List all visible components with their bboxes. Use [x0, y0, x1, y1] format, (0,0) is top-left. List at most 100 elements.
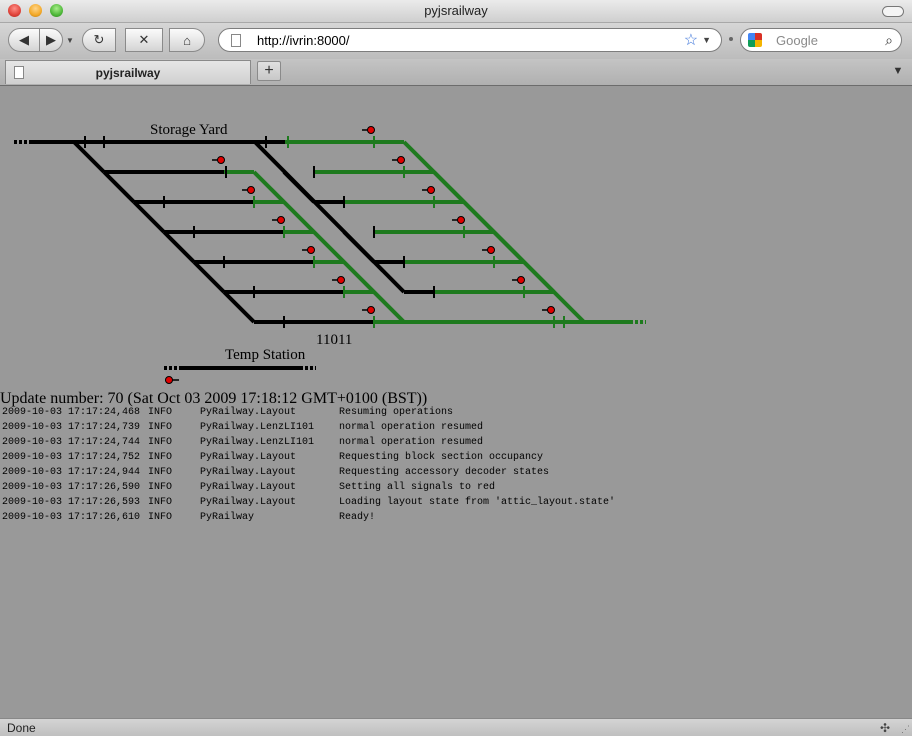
log-source: PyRailway.LenzLI101	[200, 437, 315, 448]
signal-icon[interactable]	[332, 276, 345, 284]
log-table: 2009-10-03 17:17:24,468 INFO PyRailway.Lay…	[2, 405, 615, 525]
log-row: 2009-10-03 17:17:24,944 INFO PyRailway.Lay…	[2, 465, 615, 480]
signal-icon[interactable]	[422, 186, 435, 194]
stop-icon: ✕	[138, 32, 150, 47]
tab-list-icon[interactable]: ▼	[888, 62, 908, 80]
tab-pyjsrailway[interactable]: pyjsrailway	[5, 60, 251, 84]
search-input[interactable]: Google	[776, 33, 885, 48]
stop-button[interactable]: ✕	[125, 28, 163, 52]
reload-button[interactable]: ↻	[82, 28, 116, 52]
home-icon: ⌂	[183, 32, 191, 48]
home-button[interactable]: ⌂	[169, 28, 205, 52]
log-row: 2009-10-03 17:17:24,468 INFO PyRailway.Lay…	[2, 405, 615, 420]
signal-icon[interactable]	[212, 156, 225, 164]
log-message: Ready!	[339, 512, 376, 523]
back-arrow-icon: ◀	[19, 32, 29, 47]
log-level: INFO	[148, 467, 173, 478]
log-level: INFO	[148, 437, 173, 448]
track-segment	[492, 230, 526, 264]
log-source: PyRailway.Layout	[200, 482, 297, 493]
tab-label: pyjsrailway	[95, 66, 161, 80]
log-message: Resuming operations	[339, 407, 454, 418]
track-segment	[192, 260, 226, 294]
log-source: PyRailway.Layout	[200, 452, 297, 463]
signal-icon[interactable]	[452, 216, 465, 224]
tab-strip: pyjsrailway + ▼	[0, 59, 912, 86]
track-segment	[462, 200, 496, 234]
window-title: pyjsrailway	[424, 3, 488, 18]
signal-icon[interactable]	[542, 306, 555, 314]
signal-icon[interactable]	[302, 246, 315, 254]
track-segment	[432, 170, 466, 204]
temp-station-label: Temp Station	[225, 347, 306, 363]
log-message: normal operation resumed	[339, 437, 484, 448]
activity-icon: ✣	[879, 721, 890, 735]
log-level: INFO	[148, 407, 173, 418]
signal-icon[interactable]	[362, 306, 375, 314]
log-source: PyRailway.Layout	[200, 407, 297, 418]
log-time: 2009-10-03 17:17:24,468	[2, 407, 141, 418]
signal-icon[interactable]	[362, 126, 375, 134]
track-segment	[102, 170, 136, 204]
log-time: 2009-10-03 17:17:24,752	[2, 452, 141, 463]
track-segment	[132, 200, 166, 234]
history-dropdown-icon[interactable]: ▼	[66, 36, 74, 45]
status-text: Done	[7, 721, 36, 735]
url-bar[interactable]: http://ivrin:8000/ ☆ ▼	[218, 28, 722, 52]
signal-icon[interactable]	[242, 186, 255, 194]
window-titlebar: pyjsrailway	[0, 0, 912, 23]
log-message: Loading layout state from 'attic_layout.…	[339, 497, 616, 508]
log-time: 2009-10-03 17:17:26,590	[2, 482, 141, 493]
url-input[interactable]: http://ivrin:8000/	[257, 33, 684, 48]
track-layout-diagram: Storage Yard 11011 Temp Station	[14, 122, 646, 384]
google-engine-icon[interactable]	[748, 33, 762, 47]
log-message: Requesting accessory decoder states	[339, 467, 550, 478]
resize-grip-icon[interactable]: ⋰	[901, 724, 910, 735]
track-segment	[252, 170, 406, 324]
magnifier-icon[interactable]: ⌕	[885, 32, 893, 49]
log-row: 2009-10-03 17:17:26,590 INFO PyRailway.Lay…	[2, 480, 615, 495]
log-level: INFO	[148, 452, 173, 463]
reload-icon: ↻	[93, 32, 105, 47]
forward-button[interactable]: ▶	[39, 28, 63, 52]
log-level: INFO	[148, 497, 173, 508]
track-segment	[253, 140, 406, 294]
loco-number-label: 11011	[316, 332, 352, 348]
search-bar[interactable]: Google ⌕	[740, 28, 902, 52]
log-level: INFO	[148, 422, 173, 433]
log-time: 2009-10-03 17:17:26,593	[2, 497, 141, 508]
log-time: 2009-10-03 17:17:24,744	[2, 437, 141, 448]
signal-icon[interactable]	[392, 156, 405, 164]
track-segment	[342, 230, 376, 264]
signal-icon[interactable]	[165, 376, 180, 384]
log-time: 2009-10-03 17:17:24,944	[2, 467, 141, 478]
status-bar: Done ✣ ⋰	[0, 718, 912, 736]
page-icon	[231, 33, 241, 47]
log-level: INFO	[148, 512, 173, 523]
log-row: 2009-10-03 17:17:24,744 INFO PyRailway.Len…	[2, 435, 615, 450]
new-tab-button[interactable]: +	[257, 61, 281, 81]
signals	[165, 126, 555, 384]
log-source: PyRailway.Layout	[200, 497, 297, 508]
signal-icon[interactable]	[512, 276, 525, 284]
navigation-toolbar: ◀ ▶ ▼ ↻ ✕ ⌂ http://ivrin:8000/ ☆ ▼ Googl…	[0, 23, 912, 59]
forward-arrow-icon: ▶	[46, 32, 56, 47]
log-source: PyRailway.LenzLI101	[200, 422, 315, 433]
log-source: PyRailway	[200, 512, 255, 523]
toolbar-toggle-button[interactable]	[882, 6, 904, 17]
storage-yard-label: Storage Yard	[150, 122, 228, 138]
track-segment	[162, 230, 196, 264]
signal-icon[interactable]	[272, 216, 285, 224]
log-row: 2009-10-03 17:17:24,752 INFO PyRailway.Lay…	[2, 450, 615, 465]
track-segment	[222, 290, 256, 324]
signal-icon[interactable]	[482, 246, 495, 254]
back-button[interactable]: ◀	[8, 28, 40, 52]
toolbar-separator	[729, 37, 733, 41]
track-segment	[282, 170, 316, 204]
star-icon[interactable]: ☆	[684, 30, 698, 50]
log-row: 2009-10-03 17:17:26,593 INFO PyRailway.Lay…	[2, 495, 615, 510]
track-segment	[522, 260, 556, 294]
log-row: 2009-10-03 17:17:26,610 INFO PyRailway Read…	[2, 510, 615, 525]
url-dropdown-icon[interactable]: ▼	[702, 35, 711, 45]
log-row: 2009-10-03 17:17:24,739 INFO PyRailway.Len…	[2, 420, 615, 435]
